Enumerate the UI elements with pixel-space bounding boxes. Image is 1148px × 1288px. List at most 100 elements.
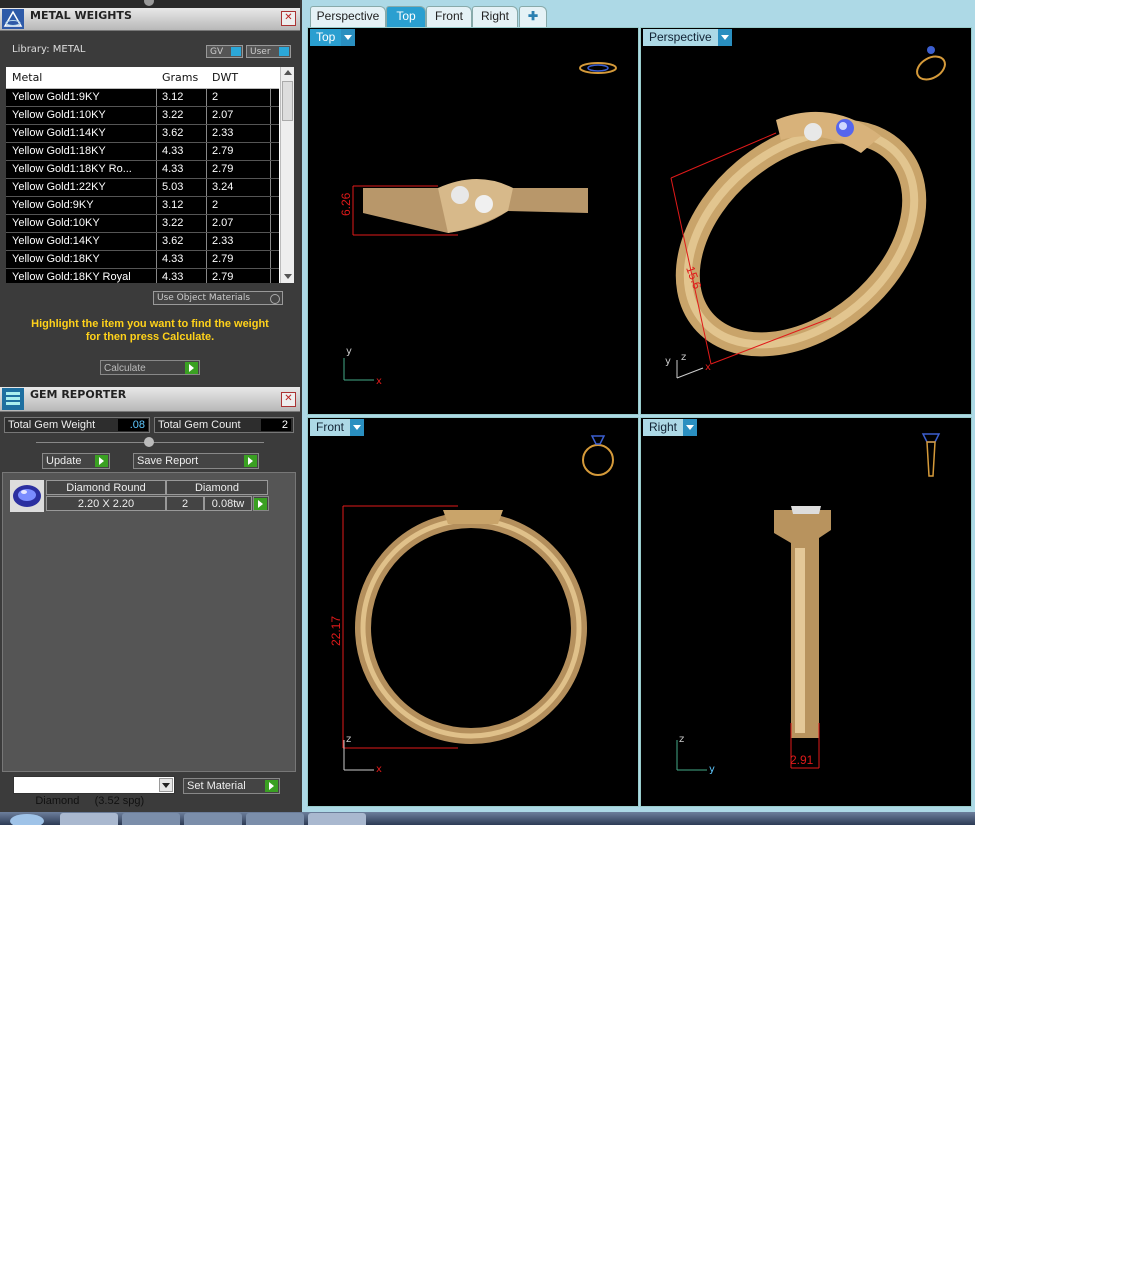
gem-reporter-title: GEM REPORTER [30, 388, 127, 401]
gem-material: Diamond [166, 480, 268, 495]
axis-x-label: x [705, 362, 711, 373]
taskbar-item-browser[interactable] [308, 813, 366, 825]
cell-divider [270, 143, 271, 160]
table-row[interactable]: Yellow Gold:10KY 3.22 2.07 [6, 215, 279, 233]
set-material-button[interactable]: Set Material [183, 778, 280, 794]
right-view-render: 2.91 z y [676, 433, 941, 775]
hint-line-2: for then press Calculate. [85, 331, 215, 343]
calculate-button[interactable]: Calculate [100, 360, 200, 375]
update-label: Update [46, 455, 82, 467]
grams-cell: 3.62 [162, 127, 184, 139]
cell-divider [206, 107, 207, 124]
tab-perspective[interactable]: Perspective [310, 6, 386, 27]
grams-cell: 5.03 [162, 181, 184, 193]
tab-right[interactable]: Right [472, 6, 518, 27]
calculate-label: Calculate [104, 363, 146, 374]
grams-cell: 3.22 [162, 109, 184, 121]
gem-row[interactable]: Diamond Round 2.20 X 2.20 Diamond 2 0.08… [10, 480, 269, 512]
cell-divider [156, 143, 157, 160]
table-row[interactable]: Yellow Gold:18KY Royal 4.33 2.79 [6, 269, 279, 283]
cell-divider [206, 89, 207, 106]
taskbar-item-app[interactable] [246, 813, 304, 825]
add-tab-button[interactable]: ✚ [519, 6, 547, 27]
col-dwt[interactable]: DWT [212, 71, 238, 84]
close-icon[interactable]: ✕ [281, 392, 296, 407]
dwt-cell: 2 [212, 199, 219, 211]
chevron-down-icon[interactable] [159, 778, 173, 792]
table-row[interactable]: Yellow Gold1:14KY 3.62 2.33 [6, 125, 279, 143]
viewport-right[interactable]: Right 2.91 z y [640, 417, 972, 807]
viewport-perspective[interactable]: Perspective 15.6 y z x [640, 27, 972, 415]
table-row[interactable]: Yellow Gold:18KY 4.33 2.79 [6, 251, 279, 269]
axis-z-label: z [679, 734, 684, 745]
cell-divider [206, 251, 207, 268]
scroll-thumb[interactable] [282, 81, 293, 121]
table-row[interactable]: Yellow Gold1:18KY 4.33 2.79 [6, 143, 279, 161]
axis-y-label: y [665, 356, 671, 367]
set-material-label: Set Material [187, 780, 246, 792]
taskbar-item-app[interactable] [184, 813, 242, 825]
collapse-handle[interactable] [144, 437, 154, 447]
gem-shape: Diamond Round [46, 480, 166, 495]
metal-rows: Yellow Gold1:9KY 3.12 2 Yellow Gold1:10KY 3.… [6, 89, 279, 283]
dwt-cell: 2.79 [212, 145, 234, 157]
col-metal[interactable]: Metal [12, 71, 42, 84]
top-splitter[interactable] [0, 0, 300, 8]
scroll-up-icon[interactable] [284, 70, 292, 75]
ring-top-thumbnail-icon [579, 62, 617, 74]
user-toggle[interactable]: User [246, 45, 291, 58]
gem-size: 2.20 X 2.20 [46, 496, 166, 511]
splitter-handle[interactable] [144, 0, 154, 6]
table-scrollbar[interactable] [280, 67, 294, 283]
left-panel: METAL WEIGHTS ✕ Library: METAL GV User M… [0, 0, 300, 812]
gem-reporter-header: GEM REPORTER ✕ [0, 387, 300, 412]
metal-name-cell: Yellow Gold1:18KY Ro... [12, 163, 132, 175]
cell-divider [270, 251, 271, 268]
material-select[interactable]: Diamond (3.52 spg) [13, 776, 175, 807]
diamond-round-icon [10, 480, 44, 512]
tab-front[interactable]: Front [426, 6, 472, 27]
taskbar-item-explorer[interactable] [60, 813, 118, 825]
total-gem-weight-label: Total Gem Weight [8, 419, 96, 431]
top-view-render: 6.26 y x [339, 62, 617, 387]
table-row[interactable]: Yellow Gold1:10KY 3.22 2.07 [6, 107, 279, 125]
metal-weights-icon [2, 9, 24, 29]
gem-weight: 0.08tw [204, 496, 252, 511]
taskbar [0, 812, 975, 825]
cell-divider [206, 215, 207, 232]
close-icon[interactable]: ✕ [281, 11, 296, 26]
axis-z-label: z [681, 352, 686, 363]
col-grams[interactable]: Grams [162, 71, 198, 84]
metal-name-cell: Yellow Gold:14KY [12, 235, 100, 247]
table-row[interactable]: Yellow Gold:9KY 3.12 2 [6, 197, 279, 215]
tab-top[interactable]: Top [386, 6, 426, 27]
start-button[interactable] [10, 814, 44, 825]
metal-name-cell: Yellow Gold1:14KY [12, 127, 106, 139]
perspective-view-render: 15.6 y z x [665, 46, 946, 379]
metal-name-cell: Yellow Gold:9KY [12, 199, 94, 211]
taskbar-item-app[interactable] [122, 813, 180, 825]
play-icon [254, 498, 267, 510]
grams-cell: 4.33 [162, 271, 184, 283]
metal-name-cell: Yellow Gold1:18KY [12, 145, 106, 157]
table-row[interactable]: Yellow Gold1:9KY 3.12 2 [6, 89, 279, 107]
table-row[interactable]: Yellow Gold:14KY 3.62 2.33 [6, 233, 279, 251]
cell-divider [270, 107, 271, 124]
cell-divider [156, 215, 157, 232]
save-report-button[interactable]: Save Report [133, 453, 259, 469]
gv-toggle[interactable]: GV [206, 45, 243, 58]
front-view-render: 22.17 z x [329, 435, 614, 775]
viewport-top[interactable]: Top 6.26 y x [307, 27, 639, 415]
table-row[interactable]: Yellow Gold1:22KY 5.03 3.24 [6, 179, 279, 197]
total-gem-weight: Total Gem Weight .08 [4, 417, 150, 433]
cell-divider [270, 125, 271, 142]
gem-go-button[interactable] [253, 496, 269, 511]
use-object-materials[interactable]: Use Object Materials [153, 291, 283, 305]
scroll-down-icon[interactable] [284, 274, 292, 279]
total-gem-count: Total Gem Count 2 [154, 417, 294, 433]
viewport-front[interactable]: Front 22.17 z x [307, 417, 639, 807]
cell-divider [156, 179, 157, 196]
update-button[interactable]: Update [42, 453, 110, 469]
ring-perspective-thumbnail-icon [916, 46, 946, 81]
table-row[interactable]: Yellow Gold1:18KY Ro... 4.33 2.79 [6, 161, 279, 179]
